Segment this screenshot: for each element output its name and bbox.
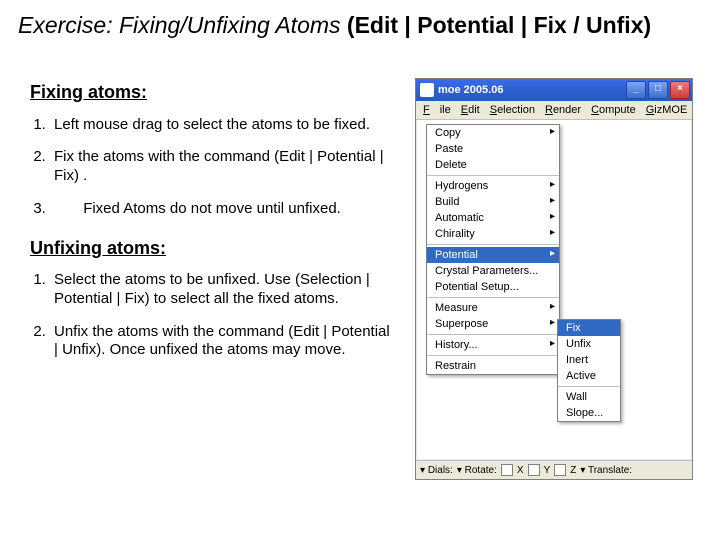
slide-title: Exercise: Fixing/Unfixing Atoms (Edit | … — [18, 12, 651, 39]
menu-item-history[interactable]: History... — [427, 337, 559, 353]
status-chk-y[interactable] — [528, 464, 540, 476]
menu-compute[interactable]: Compute — [586, 103, 641, 117]
minimize-button[interactable]: _ — [626, 81, 646, 99]
menu-item-potential-setup[interactable]: Potential Setup... — [427, 279, 559, 295]
unfixing-step-2: Unfix the atoms with the command (Edit |… — [50, 323, 390, 361]
app-icon — [420, 83, 434, 97]
title-prefix: Exercise: Fixing/Unfixing Atoms — [18, 12, 341, 38]
unfixing-steps: Select the atoms to be unfixed. Use (Sel… — [30, 271, 390, 360]
menu-file[interactable]: File — [418, 103, 456, 117]
app-window: moe 2005.06 _ □ × File Edit Selection Re… — [415, 78, 693, 480]
menu-item-measure[interactable]: Measure — [427, 300, 559, 316]
menu-item-delete[interactable]: Delete — [427, 157, 559, 173]
fixing-heading: Fixing atoms: — [30, 81, 390, 104]
menu-render[interactable]: Render — [540, 103, 586, 117]
menu-item-copy[interactable]: Copy — [427, 125, 559, 141]
menubar[interactable]: File Edit Selection Render Compute GizMO… — [416, 101, 692, 120]
status-dials[interactable]: ▾ Dials: — [420, 465, 453, 476]
submenu-active[interactable]: Active — [558, 368, 620, 384]
fixing-step-1: Left mouse drag to select the atoms to b… — [50, 116, 390, 135]
menu-item-paste[interactable]: Paste — [427, 141, 559, 157]
menu-window[interactable]: Windo — [692, 103, 693, 117]
fixing-step-2: Fix the atoms with the command (Edit | P… — [50, 148, 390, 186]
unfixing-step-1: Select the atoms to be unfixed. Use (Sel… — [50, 271, 390, 309]
maximize-button[interactable]: □ — [648, 81, 668, 99]
menu-gizmoe[interactable]: GizMOE — [641, 103, 693, 117]
fixing-step-3: Fixed Atoms do not move until unfixed. — [50, 200, 390, 219]
window-title: moe 2005.06 — [438, 84, 624, 96]
menu-item-build[interactable]: Build — [427, 194, 559, 210]
menu-selection[interactable]: Selection — [485, 103, 540, 117]
menu-item-potential[interactable]: Potential — [427, 247, 559, 263]
status-translate[interactable]: ▾ Translate: — [580, 465, 632, 476]
menu-item-automatic[interactable]: Automatic — [427, 210, 559, 226]
menu-item-crystal[interactable]: Crystal Parameters... — [427, 263, 559, 279]
menu-item-hydrogens[interactable]: Hydrogens — [427, 178, 559, 194]
status-chk-x[interactable] — [501, 464, 513, 476]
submenu-fix[interactable]: Fix — [558, 320, 620, 336]
status-rotate[interactable]: ▾ Rotate: — [457, 465, 497, 476]
close-button[interactable]: × — [670, 81, 690, 99]
status-chk-z[interactable] — [554, 464, 566, 476]
submenu-wall[interactable]: Wall — [558, 389, 620, 405]
submenu-slope[interactable]: Slope... — [558, 405, 620, 421]
menu-edit[interactable]: Edit — [456, 103, 485, 117]
window-titlebar[interactable]: moe 2005.06 _ □ × — [416, 79, 692, 101]
instructions-column: Fixing atoms: Left mouse drag to select … — [30, 75, 390, 378]
edit-dropdown[interactable]: Copy Paste Delete Hydrogens Build Automa… — [426, 124, 560, 375]
menu-item-chirality[interactable]: Chirality — [427, 226, 559, 242]
menu-item-restrain[interactable]: Restrain — [427, 358, 559, 374]
statusbar: ▾ Dials: ▾ Rotate: X Y Z ▾ Translate: — [416, 460, 692, 479]
submenu-unfix[interactable]: Unfix — [558, 336, 620, 352]
fixing-steps: Left mouse drag to select the atoms to b… — [30, 116, 390, 219]
potential-submenu[interactable]: Fix Unfix Inert Active Wall Slope... — [557, 319, 621, 422]
submenu-inert[interactable]: Inert — [558, 352, 620, 368]
menu-item-superpose[interactable]: Superpose — [427, 316, 559, 332]
unfixing-heading: Unfixing atoms: — [30, 237, 390, 260]
